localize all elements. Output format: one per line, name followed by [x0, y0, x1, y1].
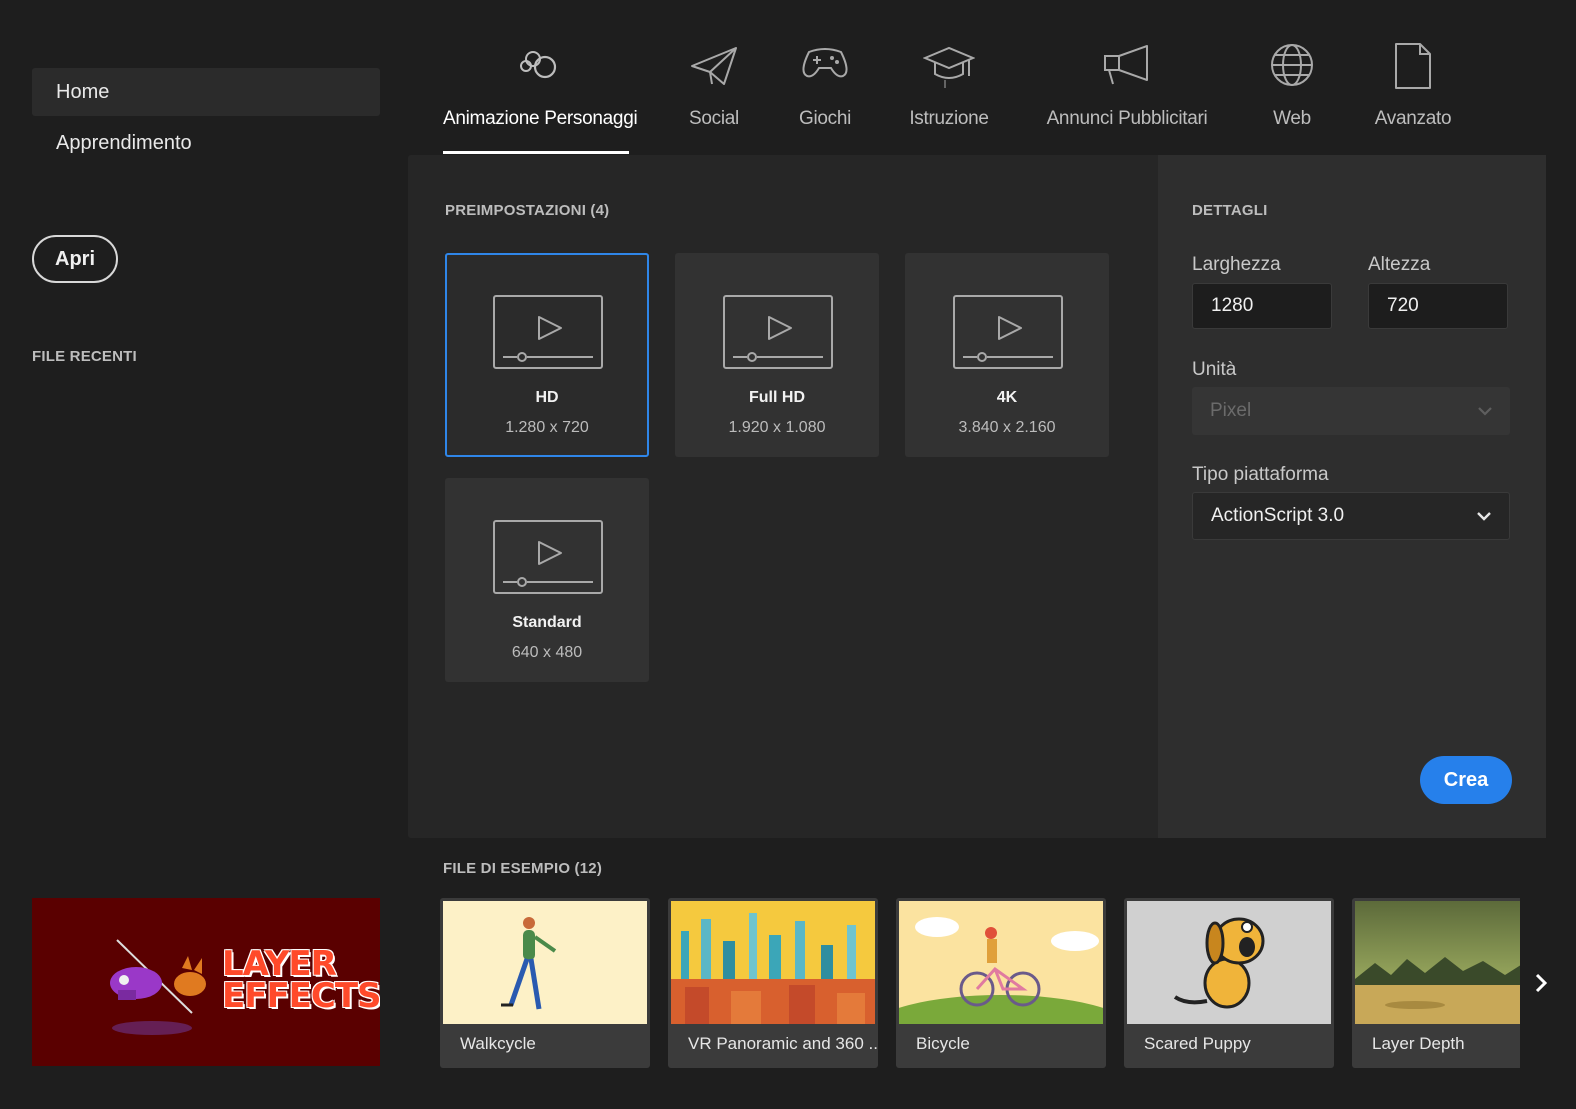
layer-effects-promo[interactable]: LAYER EFFECTS	[32, 898, 380, 1066]
width-input[interactable]: 1280	[1192, 283, 1332, 329]
sample-thumbnail	[671, 901, 875, 1024]
tab-social[interactable]: Social	[676, 36, 752, 154]
sample-label: Walkcycle	[460, 1034, 536, 1053]
details-title: DETTAGLI	[1192, 202, 1268, 219]
preset-card-standard[interactable]: Standard 640 x 480	[445, 478, 649, 682]
tab-education[interactable]: Istruzione	[904, 36, 994, 154]
document-icon	[1395, 43, 1431, 89]
sample-card-vr-panoramic[interactable]: VR Panoramic and 360 ...	[668, 898, 878, 1068]
chevron-down-icon	[1475, 493, 1493, 557]
chevron-down-icon	[1476, 387, 1494, 454]
tab-character-animation[interactable]: Animazione Personaggi	[443, 36, 638, 154]
platform-label: Tipo piattaforma	[1192, 464, 1329, 485]
sample-card-layer-depth[interactable]: Layer Depth	[1352, 898, 1520, 1068]
tab-web[interactable]: Web	[1262, 36, 1322, 154]
sample-thumbnail	[899, 901, 1103, 1024]
unit-value: Pixel	[1210, 400, 1252, 421]
platform-select[interactable]: ActionScript 3.0	[1192, 492, 1510, 540]
unit-select[interactable]: Pixel	[1192, 387, 1510, 435]
globe-icon	[1271, 44, 1313, 86]
sample-label: Bicycle	[916, 1034, 970, 1053]
video-preset-icon	[493, 520, 603, 594]
gamepad-icon	[802, 48, 848, 78]
sample-label: Layer Depth	[1372, 1034, 1465, 1053]
sample-card-bicycle[interactable]: Bicycle	[896, 898, 1106, 1068]
preset-name: Standard	[512, 614, 582, 631]
preset-size: 3.840 x 2.160	[958, 419, 1056, 436]
preset-name: Full HD	[749, 389, 805, 406]
height-label: Altezza	[1368, 254, 1431, 275]
preset-card-full-hd[interactable]: Full HD 1.920 x 1.080	[675, 253, 879, 457]
platform-value: ActionScript 3.0	[1211, 505, 1345, 526]
video-preset-icon	[493, 295, 603, 369]
create-button[interactable]: Crea	[1420, 756, 1512, 804]
preset-name: 4K	[996, 389, 1018, 406]
samples-title: FILE DI ESEMPIO (12)	[443, 860, 603, 877]
sample-label: VR Panoramic and 360 ...	[688, 1034, 878, 1053]
promo-title: LAYER EFFECTS	[222, 944, 380, 1016]
preset-card-4k[interactable]: 4K 3.840 x 2.160	[905, 253, 1109, 457]
category-tabs: Animazione Personaggi Social Giochi Istr…	[0, 36, 1576, 154]
tab-ads[interactable]: Annunci Pubblicitari	[1044, 36, 1210, 154]
recent-files-title: FILE RECENTI	[32, 348, 137, 365]
sample-thumbnail	[1355, 901, 1520, 1024]
character-animation-icon	[520, 51, 557, 79]
preset-name: HD	[535, 389, 559, 406]
next-samples-button[interactable]	[1532, 970, 1552, 1001]
preset-card-hd[interactable]: HD 1.280 x 720	[445, 253, 649, 457]
sample-thumbnail	[1127, 901, 1331, 1024]
sample-label: Scared Puppy	[1144, 1034, 1251, 1053]
presets-title: PREIMPOSTAZIONI (4)	[445, 202, 610, 219]
sample-card-walkcycle[interactable]: Walkcycle	[440, 898, 650, 1068]
tab-games[interactable]: Giochi	[790, 36, 860, 154]
details-pane: DETTAGLI Larghezza 1280 Altezza 720 Unit…	[1158, 155, 1546, 838]
tab-advanced[interactable]: Avanzato	[1370, 36, 1456, 154]
graduation-cap-icon	[923, 46, 975, 88]
width-label: Larghezza	[1192, 254, 1281, 275]
sample-card-scared-puppy[interactable]: Scared Puppy	[1124, 898, 1334, 1068]
unit-label: Unità	[1192, 359, 1237, 380]
new-document-panel: PREIMPOSTAZIONI (4) HD 1.280 x 720 Full …	[408, 155, 1546, 838]
open-button[interactable]: Apri	[32, 235, 118, 283]
preset-size: 1.920 x 1.080	[728, 419, 826, 436]
paper-plane-icon	[691, 47, 737, 85]
height-input[interactable]: 720	[1368, 283, 1508, 329]
preset-size: 1.280 x 720	[505, 419, 589, 436]
preset-size: 640 x 480	[511, 644, 583, 661]
megaphone-icon	[1104, 45, 1148, 85]
video-preset-icon	[953, 295, 1063, 369]
sample-files-strip: Walkcycle VR Panoramic and 360 ... Bicyc…	[440, 898, 1520, 1068]
chevron-right-icon	[1535, 973, 1548, 993]
sample-thumbnail	[443, 901, 647, 1024]
video-preset-icon	[723, 295, 833, 369]
